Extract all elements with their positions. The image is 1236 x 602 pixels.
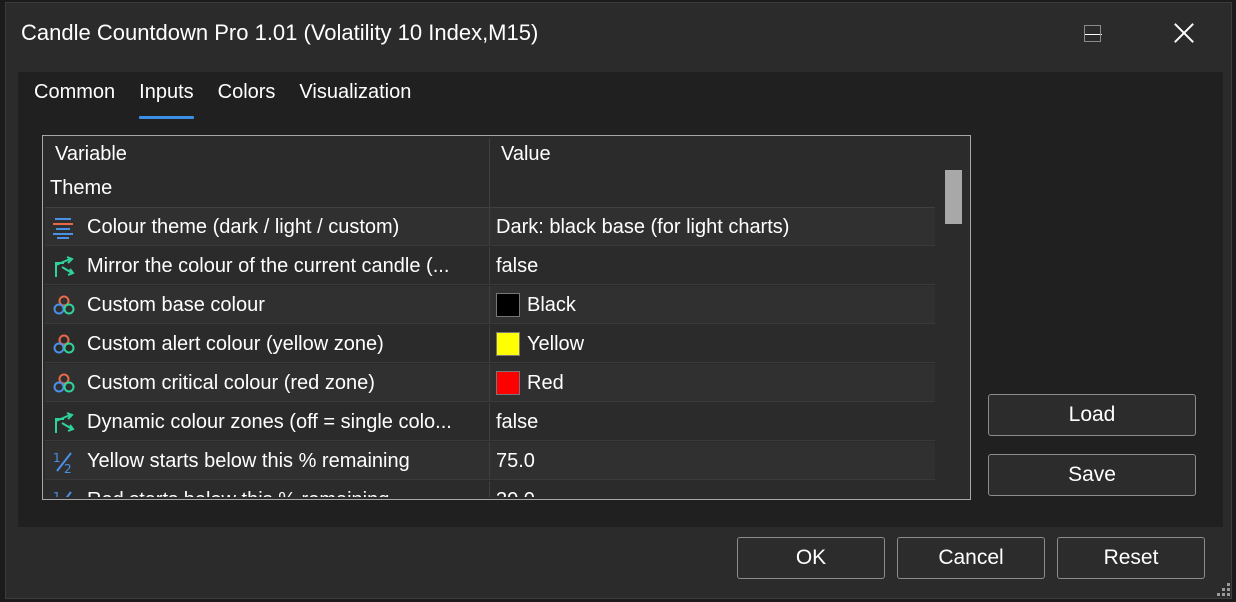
- group-row-theme: Theme: [45, 172, 935, 208]
- variable-label: Custom base colour: [87, 294, 265, 316]
- input-row-alert-colour[interactable]: Custom alert colour (yellow zone) Yellow: [45, 325, 935, 363]
- ok-button[interactable]: OK: [737, 537, 885, 579]
- variable-label: Colour theme (dark / light / custom): [87, 216, 400, 238]
- tab-common[interactable]: Common: [34, 78, 115, 111]
- value-text: Dark: black base (for light charts): [496, 216, 790, 238]
- save-button[interactable]: Save: [988, 454, 1196, 496]
- color-circles-icon: [53, 295, 75, 315]
- maximize-button[interactable]: [1046, 2, 1138, 64]
- tab-visualization[interactable]: Visualization: [299, 78, 411, 111]
- svg-text:2: 2: [64, 462, 72, 474]
- input-row-red-threshold[interactable]: 1 2 Red starts below this % remaining 30…: [45, 481, 935, 497]
- input-row-dynamic-zones[interactable]: Dynamic colour zones (off = single colo.…: [45, 403, 935, 441]
- value-text: 30.0: [496, 489, 535, 497]
- value-text: 75.0: [496, 450, 535, 472]
- color-circles-icon: [53, 373, 75, 393]
- reset-button[interactable]: Reset: [1057, 537, 1205, 579]
- variable-label: Mirror the colour of the current candle …: [87, 255, 450, 277]
- color-swatch: [496, 332, 520, 356]
- header-variable[interactable]: Variable: [45, 138, 490, 172]
- half-fraction-icon: 1 2: [53, 490, 72, 497]
- resize-grip-icon[interactable]: [1216, 582, 1230, 596]
- variable-label: Dynamic colour zones (off = single colo.…: [87, 411, 452, 433]
- group-label: Theme: [50, 177, 113, 199]
- load-button[interactable]: Load: [988, 394, 1196, 436]
- bool-arrow-icon: [55, 412, 75, 433]
- variable-label: Red starts below this % remaining: [87, 489, 389, 497]
- grid-body: Variable Value Theme Colour theme (dark …: [45, 138, 935, 497]
- window-title: Candle Countdown Pro 1.01 (Volatility 10…: [21, 20, 539, 45]
- scrollbar-thumb[interactable]: [945, 170, 962, 224]
- input-row-critical-colour[interactable]: Custom critical colour (red zone) Red: [45, 364, 935, 402]
- input-row-base-colour[interactable]: Custom base colour Black: [45, 286, 935, 324]
- inputs-grid: Variable Value Theme Colour theme (dark …: [42, 135, 971, 500]
- half-fraction-icon: 1 2: [53, 451, 72, 474]
- value-text: Red: [527, 372, 564, 394]
- close-icon: [1174, 23, 1194, 43]
- vertical-scrollbar[interactable]: [937, 138, 968, 497]
- variable-label: Custom critical colour (red zone): [87, 372, 375, 394]
- input-row-colour-theme[interactable]: Colour theme (dark / light / custom) Dar…: [45, 208, 935, 246]
- tab-colors[interactable]: Colors: [218, 78, 276, 111]
- svg-text:1: 1: [53, 490, 61, 497]
- close-button[interactable]: [1138, 2, 1230, 64]
- color-swatch: [496, 293, 520, 317]
- cancel-button[interactable]: Cancel: [897, 537, 1045, 579]
- header-value[interactable]: Value: [490, 138, 935, 172]
- value-text: false: [496, 255, 539, 277]
- value-text: Yellow: [527, 333, 585, 355]
- tab-bar: Common Inputs Colors Visualization: [34, 78, 411, 119]
- value-text: Black: [527, 294, 576, 316]
- grid-header: Variable Value: [45, 138, 935, 172]
- value-text: false: [496, 411, 539, 433]
- input-row-yellow-threshold[interactable]: 1 2 Yellow starts below this % remaining…: [45, 442, 935, 480]
- color-swatch: [496, 371, 520, 395]
- variable-label: Yellow starts below this % remaining: [87, 450, 410, 472]
- variable-label: Custom alert colour (yellow zone): [87, 333, 384, 355]
- dialog-content: Common Inputs Colors Visualization Varia…: [18, 72, 1223, 527]
- color-circles-icon: [53, 334, 75, 354]
- enum-list-icon: [53, 218, 73, 239]
- svg-text:1: 1: [53, 451, 61, 465]
- maximize-icon: [1083, 24, 1101, 42]
- tab-inputs[interactable]: Inputs: [139, 78, 195, 119]
- bool-arrow-icon: [55, 256, 75, 277]
- input-row-mirror-colour[interactable]: Mirror the colour of the current candle …: [45, 247, 935, 285]
